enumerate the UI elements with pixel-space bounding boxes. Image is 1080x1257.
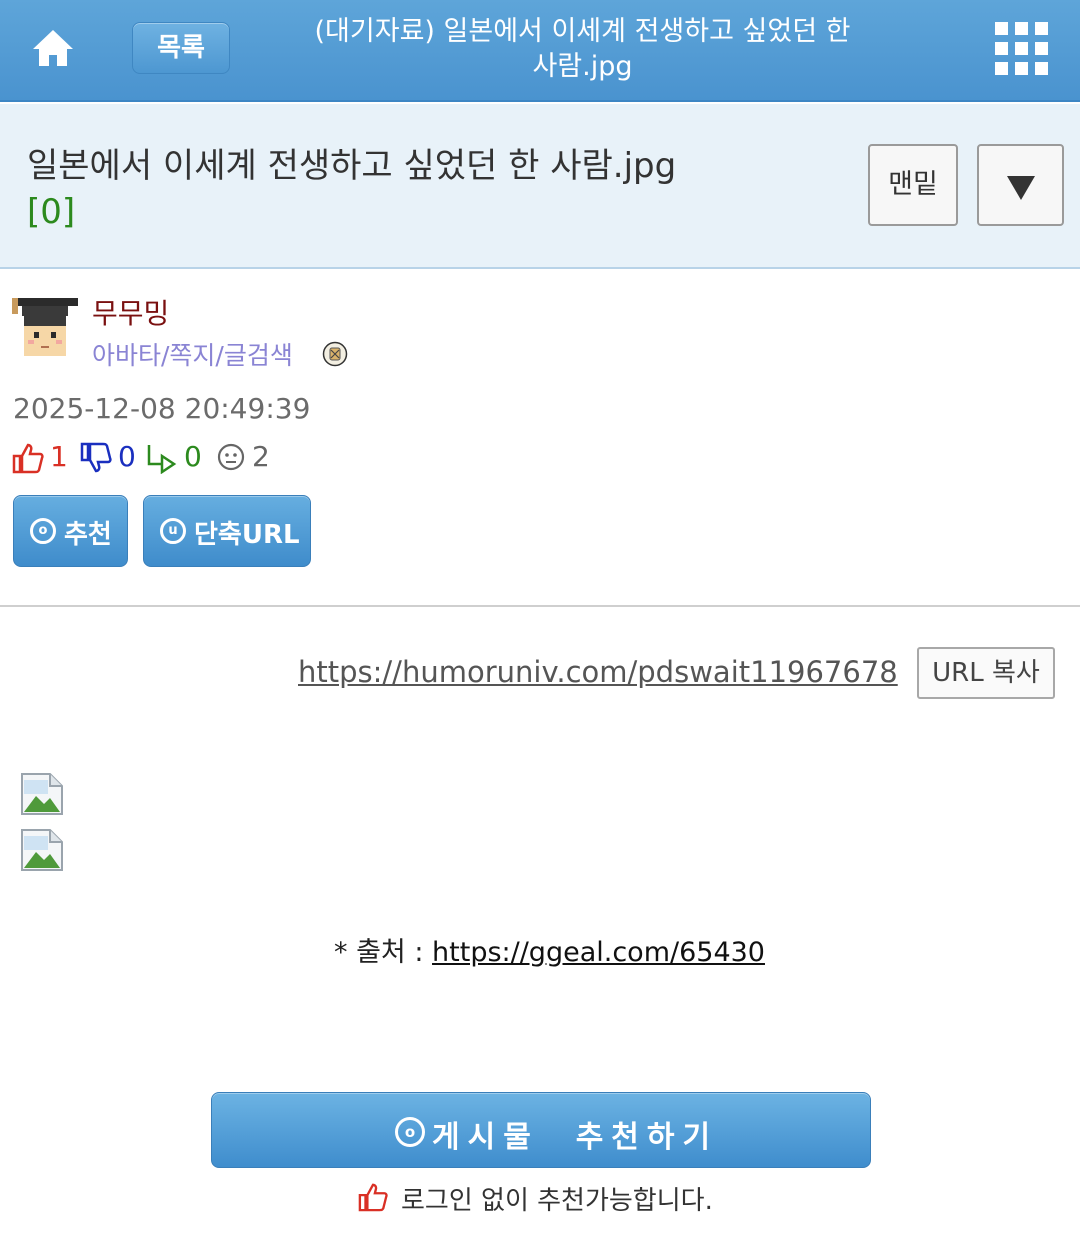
source-line: * 출처 : https://ggeal.com/65430 xyxy=(334,930,765,969)
thumbs-up-icon xyxy=(358,1183,388,1212)
downvote-count: 0 xyxy=(118,440,136,473)
reply-count: 0 xyxy=(184,440,202,473)
grid-menu-icon[interactable] xyxy=(995,22,1049,76)
divider xyxy=(0,605,1080,607)
reply-arrow-icon xyxy=(147,445,177,474)
recommend-post-button[interactable]: o 게시물 추천하기 xyxy=(211,1092,871,1168)
author-name[interactable]: 무무밍 xyxy=(92,292,169,332)
comment-count[interactable]: [0] xyxy=(27,192,75,232)
post-title-panel: 일본에서 이세계 전생하고 싶었던 한 사람.jpg [0] 맨밑 xyxy=(0,104,1080,269)
thumbs-up-icon xyxy=(12,443,44,474)
circle-u-icon: u xyxy=(160,518,186,544)
triangle-down-icon xyxy=(1007,176,1035,200)
header-title: (대기자료) 일본에서 이세계 전생하고 싶었던 한 사람.jpg xyxy=(314,16,851,82)
level-badge-icon xyxy=(322,341,348,367)
url-copy-button[interactable]: URL 복사 xyxy=(917,647,1055,699)
upvote-count: 1 xyxy=(50,440,68,473)
source-link[interactable]: https://ggeal.com/65430 xyxy=(432,937,765,968)
thumbs-down-icon xyxy=(80,442,112,473)
broken-image-icon xyxy=(20,828,64,872)
circle-o-icon: o xyxy=(395,1117,425,1147)
no-login-text: 로그인 없이 추천가능합니다. xyxy=(401,1186,713,1216)
recommend-post-label: 게시물 추천하기 xyxy=(432,1120,719,1155)
post-title: 일본에서 이세계 전생하고 싶었던 한 사람.jpg xyxy=(27,146,677,186)
post-date: 2025-12-08 20:49:39 xyxy=(13,392,311,425)
avatar[interactable] xyxy=(12,296,78,362)
broken-image-icon xyxy=(20,772,64,816)
short-url-button[interactable]: u 단축URL xyxy=(143,495,311,567)
view-count: 2 xyxy=(252,440,270,473)
author-links[interactable]: 아바타/쪽지/글검색 xyxy=(92,336,293,372)
home-icon[interactable] xyxy=(28,24,78,74)
source-prefix: * 출처 : xyxy=(334,937,433,968)
short-url-button-label: 단축URL xyxy=(194,520,300,550)
permalink[interactable]: https://humoruniv.com/pdswait11967678 xyxy=(298,655,898,689)
circle-o-icon: o xyxy=(30,518,56,544)
top-navigation-bar: 목록 (대기자료) 일본에서 이세계 전생하고 싶었던 한 사람.jpg xyxy=(0,0,1080,102)
list-button[interactable]: 목록 xyxy=(132,22,230,74)
dropdown-button[interactable] xyxy=(977,144,1064,226)
face-icon xyxy=(217,443,245,471)
recommend-button[interactable]: o 추천 xyxy=(13,495,128,567)
scroll-bottom-button[interactable]: 맨밑 xyxy=(868,144,958,226)
recommend-button-label: 추천 xyxy=(64,520,112,550)
